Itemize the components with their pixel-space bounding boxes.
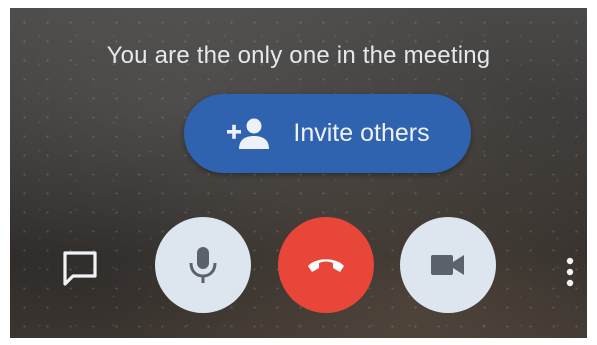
camera-button[interactable]	[400, 217, 496, 313]
chat-icon	[60, 248, 100, 288]
person-add-icon	[225, 116, 271, 152]
mic-icon	[188, 245, 218, 285]
invite-others-label: Invite others	[293, 119, 430, 147]
chat-button[interactable]	[60, 248, 100, 288]
microphone-button[interactable]	[155, 217, 251, 313]
end-call-icon	[306, 253, 346, 277]
more-options-button[interactable]	[560, 253, 580, 293]
invite-others-button[interactable]: Invite others	[184, 94, 471, 173]
meeting-screen: You are the only one in the meeting Invi…	[10, 8, 587, 338]
status-message: You are the only one in the meeting	[106, 42, 491, 69]
video-camera-icon	[428, 251, 468, 279]
more-vert-icon	[560, 253, 580, 293]
end-call-button[interactable]	[278, 217, 374, 313]
